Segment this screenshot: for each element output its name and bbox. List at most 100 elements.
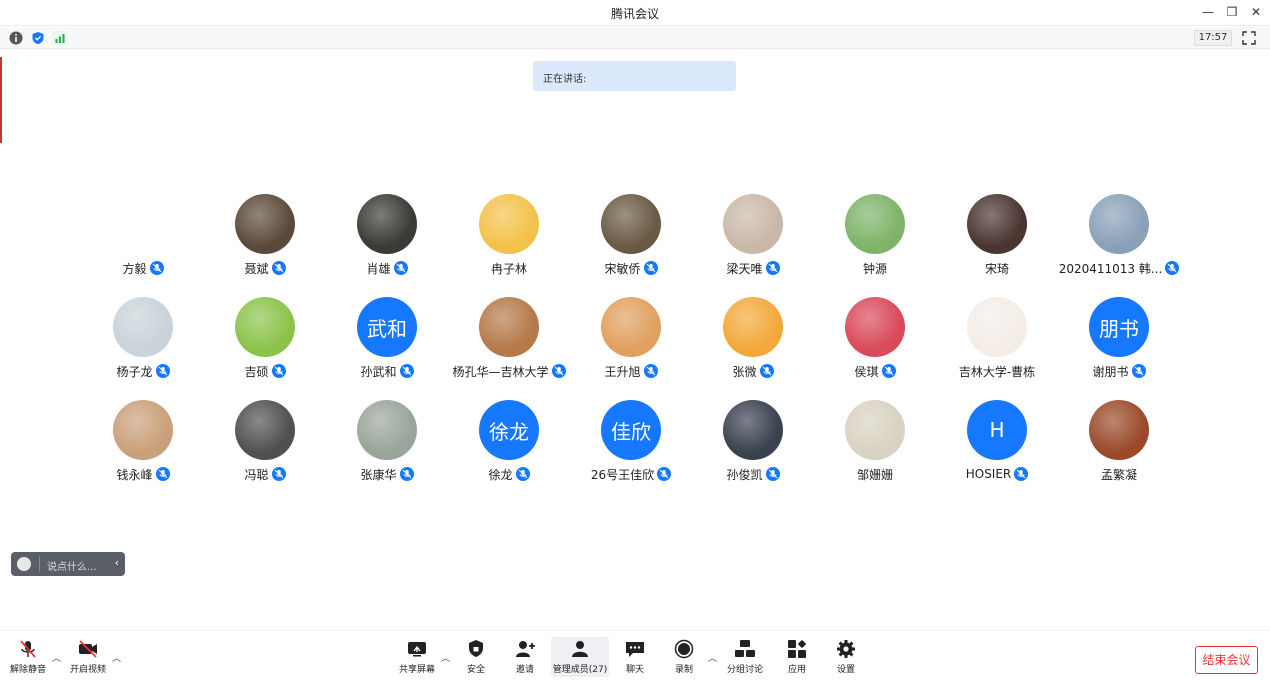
participant-name-row: 孟繁凝 xyxy=(1048,466,1190,482)
security-button[interactable]: 安全 xyxy=(460,637,492,677)
chat-button[interactable]: 聊天 xyxy=(620,637,650,677)
participant-tile[interactable]: 钱永峰 xyxy=(82,398,204,488)
share-options-caret[interactable]: ︿ xyxy=(441,651,450,664)
participant-tile[interactable]: 徐龙 徐龙 xyxy=(448,398,570,488)
participant-name-row: 聂斌 xyxy=(194,260,336,276)
share-screen-icon xyxy=(408,642,426,657)
avatar xyxy=(235,194,295,254)
chat-divider xyxy=(39,556,40,572)
participant-name: 冉子林 xyxy=(490,261,527,276)
participant-tile[interactable]: 孟繁凝 xyxy=(1058,398,1180,488)
participant-tile[interactable]: 吉林大学-曹栋 xyxy=(936,295,1058,385)
participant-tile[interactable]: 宋敏侨 xyxy=(570,192,692,282)
mic-status-icon xyxy=(759,364,774,378)
shield-icon[interactable] xyxy=(31,31,45,45)
participant-tile[interactable]: 冉子林 xyxy=(448,192,570,282)
members-icon xyxy=(572,641,588,657)
participant-tile[interactable]: 杨孔华—吉林大学 xyxy=(448,295,570,385)
security-label: 安全 xyxy=(466,665,485,675)
avatar-initials: H xyxy=(989,418,1005,442)
fullscreen-icon[interactable] xyxy=(1242,31,1256,45)
participant-tile[interactable]: 武和 孙武和 xyxy=(326,295,448,385)
signal-icon[interactable] xyxy=(53,31,67,45)
mic-status-icon xyxy=(1131,364,1146,378)
mic-status-icon xyxy=(155,467,170,481)
avatar xyxy=(113,297,173,357)
participant-tile[interactable]: H HOSIER xyxy=(936,398,1058,488)
participant-tile[interactable]: 方毅 xyxy=(82,192,204,282)
mic-status-icon xyxy=(149,261,164,275)
avatar xyxy=(113,400,173,460)
close-icon[interactable]: ✕ xyxy=(1248,4,1264,20)
participant-name: 冯聪 xyxy=(244,467,269,482)
participant-name: 王升旭 xyxy=(604,364,641,379)
invite-button[interactable]: 邀请 xyxy=(510,637,540,677)
participant-tile[interactable]: 邹姗姗 xyxy=(814,398,936,488)
participant-name-row: HOSIER xyxy=(926,466,1068,482)
avatar xyxy=(723,194,783,254)
mic-status-icon xyxy=(271,467,286,481)
breakout-label: 分组讨论 xyxy=(726,665,763,675)
mic-status-icon xyxy=(393,261,408,275)
record-button[interactable]: 录制 xyxy=(669,637,699,677)
participant-tile[interactable]: 钟源 xyxy=(814,192,936,282)
settings-button[interactable]: 设置 xyxy=(831,637,861,677)
record-options-caret[interactable]: ︿ xyxy=(708,651,717,664)
start-video-button[interactable]: 开启视频 xyxy=(66,637,110,677)
participant-tile[interactable]: 朋书 谢朋书 xyxy=(1058,295,1180,385)
participant-tile[interactable]: 梁天唯 xyxy=(692,192,814,282)
collapse-icon[interactable]: ‹ xyxy=(115,556,119,569)
participant-tile[interactable]: 王升旭 xyxy=(570,295,692,385)
chat-placeholder: 说点什么... xyxy=(47,562,97,573)
participant-name: 肖雄 xyxy=(366,261,391,276)
apps-icon xyxy=(788,640,806,658)
unmute-button[interactable]: 解除静音 xyxy=(6,637,50,677)
record-icon xyxy=(674,639,694,659)
participant-tile[interactable]: 侯琪 xyxy=(814,295,936,385)
participant-name: 2020411013 韩... xyxy=(1058,261,1163,276)
avatar xyxy=(1089,400,1149,460)
participant-tile[interactable]: 聂斌 xyxy=(204,192,326,282)
end-meeting-button[interactable]: 结束会议 xyxy=(1195,646,1258,674)
participant-name-row: 梁天唯 xyxy=(682,260,824,276)
participant-tile[interactable]: 肖雄 xyxy=(326,192,448,282)
participant-tile[interactable]: 宋琦 xyxy=(936,192,1058,282)
participant-tile[interactable]: 2020411013 韩... xyxy=(1058,192,1180,282)
participant-name-row: 杨子龙 xyxy=(72,363,214,379)
participant-name: 侯琪 xyxy=(854,364,879,379)
info-icon[interactable] xyxy=(9,31,23,45)
restore-icon[interactable]: ❐ xyxy=(1224,4,1240,20)
emoji-icon[interactable] xyxy=(17,557,31,571)
participant-tile[interactable]: 冯聪 xyxy=(204,398,326,488)
participant-tile[interactable]: 杨子龙 xyxy=(82,295,204,385)
participant-tile[interactable]: 张康华 xyxy=(326,398,448,488)
avatar xyxy=(357,194,417,254)
invite-label: 邀请 xyxy=(515,665,534,675)
participant-name: 孟繁凝 xyxy=(1100,467,1137,482)
participant-name-row: 吉林大学-曹栋 xyxy=(926,363,1068,379)
breakout-button[interactable]: 分组讨论 xyxy=(726,637,764,677)
manage-members-button[interactable]: 管理成员(27) xyxy=(551,637,609,677)
share-screen-button[interactable]: 共享屏幕 xyxy=(397,637,437,677)
participant-name-row: 谢朋书 xyxy=(1048,363,1190,379)
chat-quick-input[interactable]: 说点什么... ‹ xyxy=(11,552,125,576)
participant-tile[interactable]: 佳欣 26号王佳欣 xyxy=(570,398,692,488)
minimize-icon[interactable]: — xyxy=(1200,4,1216,20)
participant-tile[interactable]: 吉硕 xyxy=(204,295,326,385)
avatar xyxy=(845,400,905,460)
audio-options-caret[interactable]: ︿ xyxy=(52,651,61,664)
participant-name: 杨孔华—吉林大学 xyxy=(452,364,549,379)
meeting-clock: 17:57 xyxy=(1194,30,1232,46)
avatar xyxy=(235,400,295,460)
apps-button[interactable]: 应用 xyxy=(782,637,812,677)
window-title: 腾讯会议 xyxy=(610,7,659,21)
participant-name: 聂斌 xyxy=(244,261,269,276)
video-options-caret[interactable]: ︿ xyxy=(112,651,121,664)
participant-tile[interactable]: 孙俊凯 xyxy=(692,398,814,488)
participant-name-row: 张微 xyxy=(682,363,824,379)
participant-tile[interactable]: 张微 xyxy=(692,295,814,385)
avatar xyxy=(113,194,173,254)
participant-name: 梁天唯 xyxy=(726,261,763,276)
chat-label: 聊天 xyxy=(625,665,644,675)
avatar xyxy=(723,400,783,460)
